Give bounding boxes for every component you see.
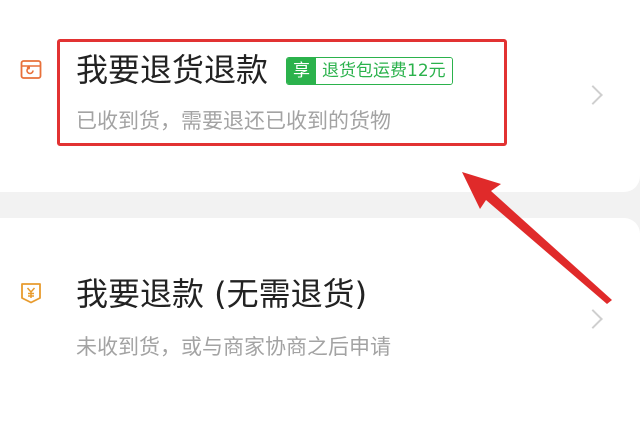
- yuan-refund-icon: [21, 283, 41, 304]
- annotation-highlight-box: [57, 39, 507, 146]
- option-subtitle: 未收到货，或与商家协商之后申请: [76, 335, 391, 359]
- return-box-icon: [20, 60, 42, 79]
- chevron-right-icon: [583, 309, 603, 329]
- chevron-right-icon: [583, 85, 603, 105]
- option-title: 我要退款 (无需退货): [76, 275, 368, 313]
- refund-option-refund-only[interactable]: 我要退款 (无需退货) 未收到货，或与商家协商之后申请: [0, 218, 640, 427]
